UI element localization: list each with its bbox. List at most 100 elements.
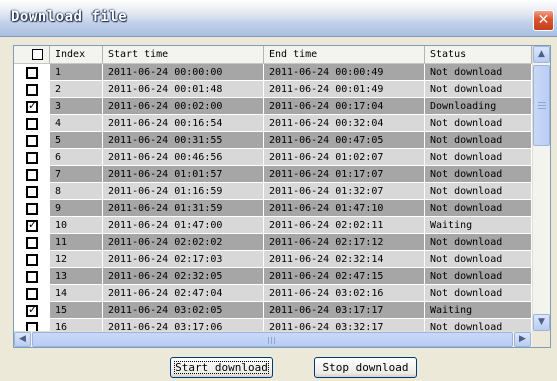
row-index: 16: [50, 319, 103, 331]
scroll-down-icon: ▼: [538, 317, 545, 327]
scrollbar-corner: [532, 331, 550, 347]
row-start-time: 2011-06-24 00:02:00: [103, 98, 264, 115]
row-checkbox[interactable]: [26, 84, 38, 96]
scroll-right-icon: ▶: [519, 334, 526, 344]
row-checkbox[interactable]: [26, 186, 38, 198]
row-status: Not download: [425, 200, 532, 217]
row-status: Not download: [425, 166, 532, 183]
row-end-time: 2011-06-24 01:32:07: [264, 183, 425, 200]
row-start-time: 2011-06-24 01:47:00: [103, 217, 264, 234]
table-row[interactable]: 102011-06-24 01:47:002011-06-24 02:02:11…: [14, 217, 532, 234]
row-start-time: 2011-06-24 03:02:05: [103, 302, 264, 319]
table-row[interactable]: 14 2011-06-24 02:47:04 2011-06-24 03:02:16…: [14, 285, 532, 302]
row-end-time: 2011-06-24 01:02:07: [264, 149, 425, 166]
row-select-cell: [14, 166, 50, 183]
table-row[interactable]: 8 2011-06-24 01:16:59 2011-06-24 01:32:07 N…: [14, 183, 532, 200]
scroll-down-button[interactable]: ▼: [533, 314, 550, 331]
row-checkbox[interactable]: [26, 118, 38, 130]
start-download-button[interactable]: Start download: [170, 357, 273, 378]
row-index: 15: [50, 302, 103, 319]
table-row[interactable]: 11 2011-06-24 02:02:02 2011-06-24 02:17:12…: [14, 234, 532, 251]
scroll-up-button[interactable]: ▲: [533, 46, 550, 63]
row-start-time: 2011-06-24 00:31:55: [103, 132, 264, 149]
row-end-time: 2011-06-24 00:47:05: [264, 132, 425, 149]
row-checkbox[interactable]: [26, 135, 38, 147]
row-index: 10: [50, 217, 103, 234]
row-start-time: 2011-06-24 00:01:48: [103, 81, 264, 98]
column-header-index[interactable]: Index: [50, 46, 103, 63]
row-checkbox[interactable]: [26, 169, 38, 181]
row-status: Not download: [425, 285, 532, 302]
vertical-scroll-thumb[interactable]: [533, 65, 550, 146]
scroll-right-button[interactable]: ▶: [514, 332, 531, 347]
table-row[interactable]: 6 2011-06-24 00:46:56 2011-06-24 01:02:07 N…: [14, 149, 532, 166]
column-header-start-time[interactable]: Start time: [103, 46, 264, 63]
column-header-status[interactable]: Status: [425, 46, 532, 63]
row-status: Not download: [425, 268, 532, 285]
table-row[interactable]: 5 2011-06-24 00:31:55 2011-06-24 00:47:05 N…: [14, 132, 532, 149]
table-row[interactable]: 152011-06-24 03:02:052011-06-24 03:17:17…: [14, 302, 532, 319]
row-select-cell: [14, 183, 50, 200]
row-checkbox[interactable]: [26, 322, 38, 331]
table-row[interactable]: 12 2011-06-24 02:17:03 2011-06-24 02:32:14…: [14, 251, 532, 268]
table-row[interactable]: 13 2011-06-24 02:32:05 2011-06-24 02:47:15…: [14, 268, 532, 285]
table-row[interactable]: 4 2011-06-24 00:16:54 2011-06-24 00:32:04 N…: [14, 115, 532, 132]
row-select-cell: [14, 285, 50, 302]
row-status: Waiting: [425, 302, 532, 319]
vertical-scrollbar[interactable]: ▲ ▼: [532, 46, 550, 331]
row-select-cell: [14, 251, 50, 268]
close-button[interactable]: ✕: [533, 10, 554, 31]
row-checkbox[interactable]: [26, 203, 38, 215]
horizontal-scrollbar[interactable]: ◀ ▶: [14, 331, 532, 347]
table-row[interactable]: 32011-06-24 00:02:002011-06-24 00:17:04D…: [14, 98, 532, 115]
row-start-time: 2011-06-24 01:01:57: [103, 166, 264, 183]
row-end-time: 2011-06-24 00:32:04: [264, 115, 425, 132]
select-all-cell: [14, 46, 50, 63]
row-status: Not download: [425, 183, 532, 200]
row-select-cell: [14, 64, 50, 81]
row-checkbox[interactable]: [26, 254, 38, 266]
row-checkbox[interactable]: [26, 271, 38, 283]
row-checkbox[interactable]: [26, 237, 38, 249]
scroll-left-button[interactable]: ◀: [14, 332, 31, 347]
download-file-dialog: Download file ✕ Index Start time End tim…: [0, 0, 557, 381]
table-row[interactable]: 16 2011-06-24 03:17:06 2011-06-24 03:32:17…: [14, 319, 532, 331]
row-start-time: 2011-06-24 00:46:56: [103, 149, 264, 166]
column-header-end-time[interactable]: End time: [264, 46, 425, 63]
window-title: Download file: [11, 9, 128, 25]
row-index: 11: [50, 234, 103, 251]
horizontal-scroll-thumb[interactable]: [32, 332, 513, 347]
stop-download-button[interactable]: Stop download: [314, 357, 417, 378]
table-row[interactable]: 9 2011-06-24 01:31:59 2011-06-24 01:47:10 N…: [14, 200, 532, 217]
row-select-cell: [14, 234, 50, 251]
row-end-time: 2011-06-24 01:47:10: [264, 200, 425, 217]
row-end-time: 2011-06-24 00:01:49: [264, 81, 425, 98]
table-row[interactable]: 1 2011-06-24 00:00:00 2011-06-24 00:00:49 N…: [14, 64, 532, 81]
row-checkbox[interactable]: [26, 152, 38, 164]
row-index: 13: [50, 268, 103, 285]
table-row[interactable]: 7 2011-06-24 01:01:57 2011-06-24 01:17:07 N…: [14, 166, 532, 183]
file-list-panel: Index Start time End time Status 1 2011-0…: [13, 45, 551, 348]
row-select-cell: [14, 268, 50, 285]
file-table: Index Start time End time Status 1 2011-0…: [14, 46, 532, 331]
row-start-time: 2011-06-24 01:16:59: [103, 183, 264, 200]
table-row[interactable]: 2 2011-06-24 00:01:48 2011-06-24 00:01:49 N…: [14, 81, 532, 98]
row-checkbox[interactable]: [26, 99, 38, 113]
row-status: Not download: [425, 64, 532, 81]
row-select-cell: [14, 132, 50, 149]
row-checkbox[interactable]: [26, 218, 38, 232]
row-select-cell: [14, 200, 50, 217]
row-checkbox[interactable]: [26, 303, 38, 317]
row-end-time: 2011-06-24 02:47:15: [264, 268, 425, 285]
row-start-time: 2011-06-24 02:17:03: [103, 251, 264, 268]
row-status: Not download: [425, 81, 532, 98]
row-checkbox[interactable]: [26, 67, 38, 79]
title-bar[interactable]: Download file ✕: [0, 0, 557, 37]
row-end-time: 2011-06-24 00:17:04: [264, 98, 425, 115]
row-index: 3: [50, 98, 103, 115]
row-status: Not download: [425, 115, 532, 132]
row-index: 14: [50, 285, 103, 302]
select-all-checkbox[interactable]: [32, 49, 43, 60]
row-checkbox[interactable]: [26, 288, 38, 300]
stop-download-label: Stop download: [322, 361, 409, 374]
